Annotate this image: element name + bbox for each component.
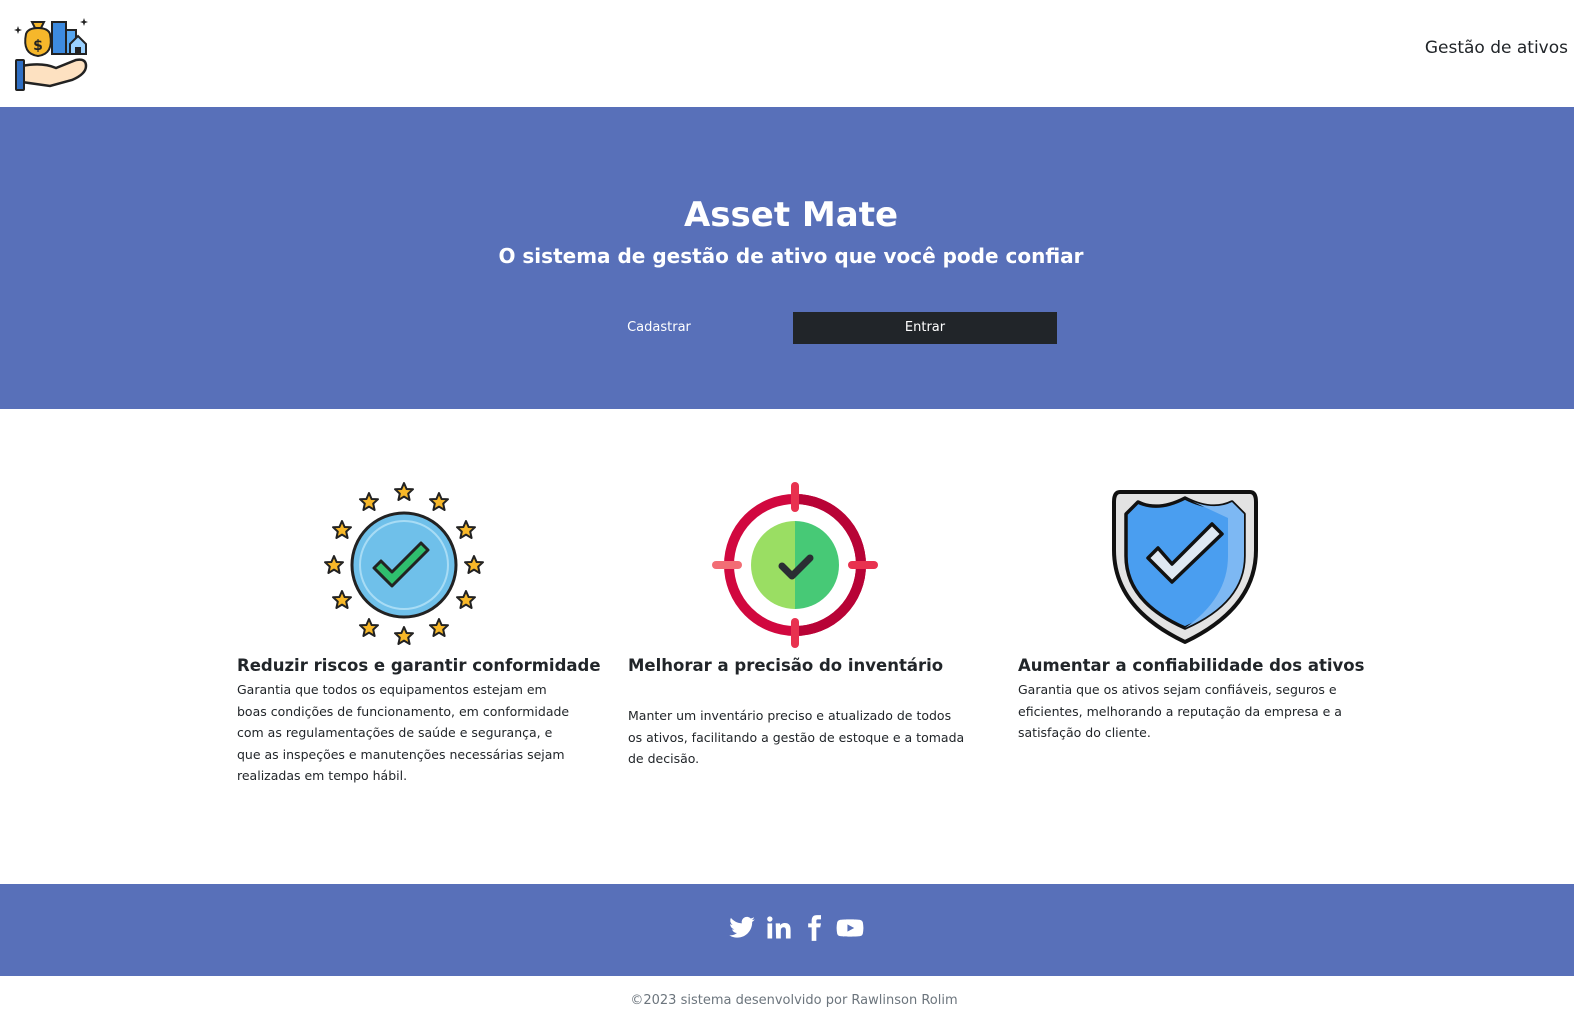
shield-check-icon	[1112, 490, 1258, 644]
svg-text:$: $	[33, 38, 43, 54]
copyright-text: ©2023 sistema desenvolvido por Rawlinson…	[630, 993, 958, 1008]
feature-text: Garantia que todos os equipamentos estej…	[237, 682, 570, 783]
feature-text: Garantia que os ativos sejam confiáveis,…	[1018, 682, 1342, 740]
social-links	[728, 914, 864, 942]
nav-link-asset-management[interactable]: Gestão de ativos	[1425, 38, 1568, 58]
feature-card-reliability: Aumentar a confiabilidade dos ativos Gar…	[1018, 480, 1365, 744]
feature-title: Aumentar a confiabilidade dos ativos	[1018, 656, 1365, 675]
feature-card-compliance: Reduzir riscos e garantir conformidade G…	[237, 480, 601, 787]
register-button[interactable]: Cadastrar	[527, 312, 791, 344]
hero-section: Asset Mate O sistema de gestão de ativo …	[0, 107, 1574, 409]
site-header: $ Gestão de ativos	[0, 0, 1574, 107]
stars-check-icon	[324, 482, 484, 645]
linkedin-icon[interactable]	[764, 914, 792, 942]
hero-subtitle: O sistema de gestão de ativo que você po…	[498, 244, 1084, 268]
youtube-icon[interactable]	[836, 914, 864, 942]
feature-title: Melhorar a precisão do inventário	[628, 656, 944, 675]
facebook-icon[interactable]	[800, 914, 828, 942]
site-footer	[0, 884, 1574, 976]
logo-icon[interactable]: $	[12, 12, 92, 92]
feature-title: Reduzir riscos e garantir conformidade	[237, 656, 601, 675]
hero-title: Asset Mate	[683, 195, 899, 235]
target-check-icon	[712, 482, 878, 648]
login-button[interactable]: Entrar	[793, 312, 1057, 344]
feature-card-inventory: Melhorar a precisão do inventário Manter…	[628, 480, 968, 770]
twitter-icon[interactable]	[728, 914, 756, 942]
feature-text: Manter um inventário preciso e atualizad…	[628, 708, 965, 766]
